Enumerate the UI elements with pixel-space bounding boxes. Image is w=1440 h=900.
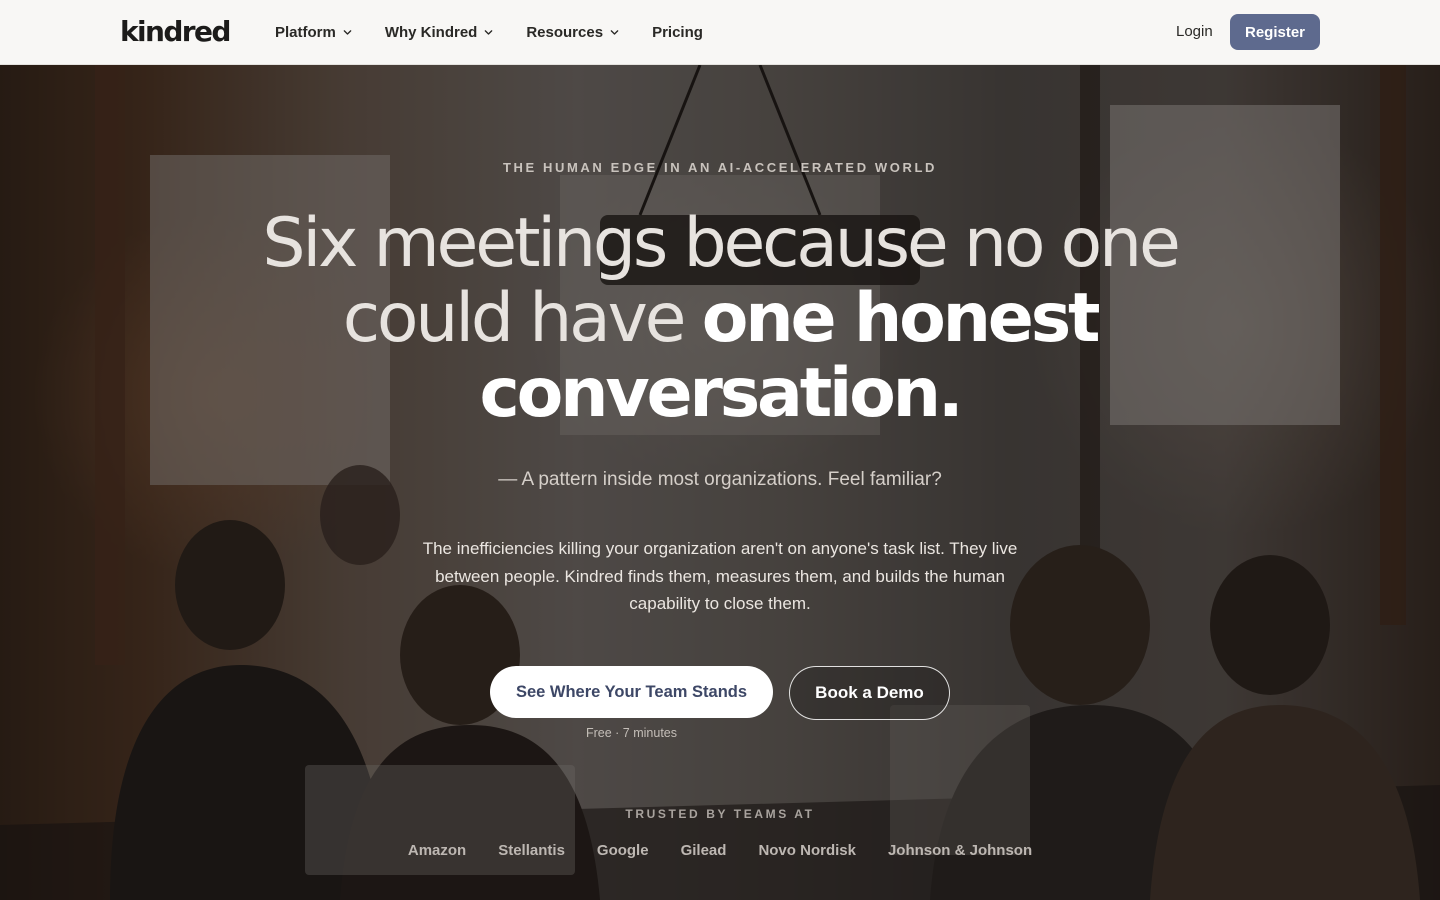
kindred-logo[interactable]: kindred — [120, 14, 231, 50]
hero-content: THE HUMAN EDGE IN AN AI-ACCELERATED WORL… — [0, 0, 1440, 900]
chevron-down-icon — [343, 28, 352, 37]
book-a-demo-button[interactable]: Book a Demo — [789, 666, 950, 720]
nav-item-pricing[interactable]: Pricing — [652, 24, 703, 41]
nav-item-resources[interactable]: Resources — [526, 24, 619, 41]
nav-item-why-kindred[interactable]: Why Kindred — [385, 24, 494, 41]
company-logo-gilead: Gilead — [680, 842, 727, 859]
nav-item-label: Why Kindred — [384, 23, 478, 41]
hero-body-text: The inefficiencies killing your organiza… — [422, 539, 1018, 613]
company-logo-novo-nordisk: Novo Nordisk — [758, 842, 856, 859]
cta-note: Free · 7 minutes — [585, 726, 677, 740]
main-nav: Platform Why Kindred Resources Pricing — [275, 0, 736, 64]
company-logo-google: Google — [596, 842, 649, 859]
hero-subline: — A pattern inside most organizations. F… — [498, 469, 942, 490]
company-logo-amazon: Amazon — [407, 842, 467, 859]
nav-item-label: Resources — [526, 23, 604, 41]
nav-item-label: Platform — [275, 23, 336, 41]
trusted-company-logos: Amazon Stellantis Google Gilead Novo Nor… — [0, 842, 1440, 859]
top-navbar: kindred Platform Why Kindred Resources P… — [0, 0, 1440, 65]
see-where-your-team-stands-button[interactable]: See Where Your Team Stands — [490, 666, 773, 718]
trusted-by-label: TRUSTED BY TEAMS AT — [625, 807, 815, 821]
hero-headline: Six meetings because no one could have o… — [220, 206, 1220, 431]
chevron-down-icon — [484, 28, 493, 37]
company-logo-stellantis: Stellantis — [498, 842, 565, 859]
login-link[interactable]: Login — [1176, 22, 1213, 42]
chevron-down-icon — [610, 28, 619, 37]
nav-item-platform[interactable]: Platform — [275, 24, 352, 41]
company-logo-johnson-and-johnson: Johnson & Johnson — [887, 842, 1033, 859]
nav-item-label: Pricing — [652, 23, 703, 41]
hero-eyebrow: THE HUMAN EDGE IN AN AI-ACCELERATED WORL… — [503, 160, 937, 175]
register-button[interactable]: Register — [1230, 14, 1320, 50]
